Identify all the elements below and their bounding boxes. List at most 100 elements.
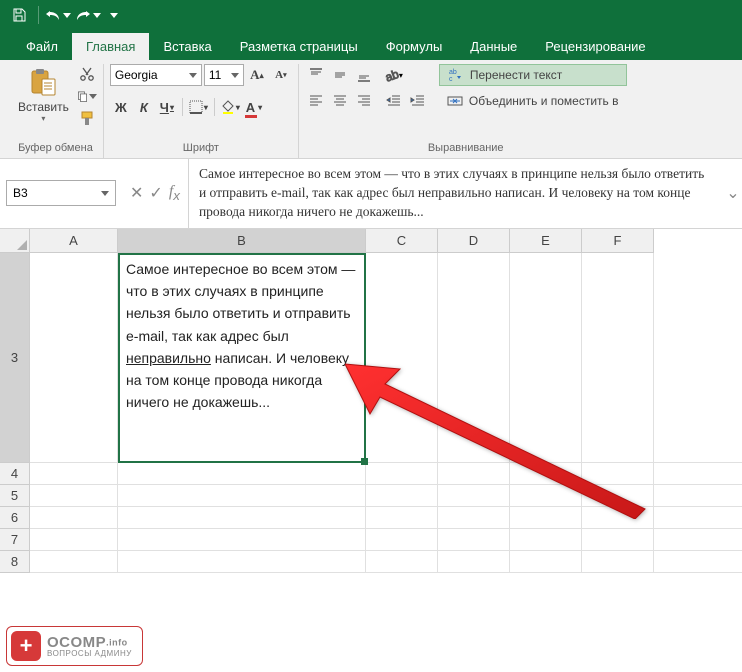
cell[interactable] [654, 485, 742, 507]
format-painter-button[interactable] [77, 108, 97, 128]
tab-review[interactable]: Рецензирование [531, 33, 659, 60]
name-box[interactable]: B3 [6, 180, 116, 206]
cell[interactable] [118, 507, 366, 529]
cell[interactable] [510, 551, 582, 573]
cell[interactable] [654, 253, 742, 463]
cell[interactable] [582, 551, 654, 573]
font-color-button[interactable]: A▾ [243, 96, 265, 118]
row-header-3[interactable]: 3 [0, 253, 30, 463]
cell[interactable] [30, 507, 118, 529]
col-header-A[interactable]: A [30, 229, 118, 253]
row-header-8[interactable]: 8 [0, 551, 30, 573]
align-bottom-button[interactable] [353, 64, 375, 86]
caret-down-icon [89, 94, 97, 99]
cell[interactable] [582, 463, 654, 485]
cell[interactable] [118, 551, 366, 573]
cell[interactable] [366, 507, 438, 529]
cell[interactable] [438, 253, 510, 463]
col-header-C[interactable]: C [366, 229, 438, 253]
cell[interactable] [582, 529, 654, 551]
italic-button[interactable]: К [133, 96, 155, 118]
cell[interactable] [30, 463, 118, 485]
cell[interactable] [118, 463, 366, 485]
cell[interactable] [654, 551, 742, 573]
cell[interactable] [582, 507, 654, 529]
font-selector[interactable]: Georgia [110, 64, 202, 86]
cell[interactable] [30, 253, 118, 463]
decrease-font-button[interactable]: A▾ [270, 64, 292, 86]
wrap-text-button[interactable]: abc Перенести текст [439, 64, 627, 86]
cell[interactable] [438, 485, 510, 507]
cell[interactable] [438, 551, 510, 573]
decrease-indent-button[interactable] [383, 90, 405, 112]
cell[interactable] [510, 463, 582, 485]
cell[interactable] [30, 551, 118, 573]
cut-button[interactable] [77, 64, 97, 84]
tab-home[interactable]: Главная [72, 33, 149, 60]
save-button[interactable] [6, 2, 32, 28]
copy-button[interactable] [77, 86, 97, 106]
align-middle-button[interactable] [329, 64, 351, 86]
fill-color-button[interactable]: ▾ [219, 96, 242, 118]
align-left-button[interactable] [305, 90, 327, 112]
col-header-F[interactable]: F [582, 229, 654, 253]
col-header-E[interactable]: E [510, 229, 582, 253]
customize-qat-button[interactable] [105, 2, 123, 28]
cell[interactable] [366, 463, 438, 485]
cell[interactable] [510, 507, 582, 529]
cell[interactable] [30, 529, 118, 551]
cell[interactable] [30, 485, 118, 507]
align-center-button[interactable] [329, 90, 351, 112]
align-right-button[interactable] [353, 90, 375, 112]
cell[interactable] [582, 485, 654, 507]
align-top-button[interactable] [305, 64, 327, 86]
cell[interactable] [654, 507, 742, 529]
underline-button[interactable]: Ч▾ [156, 96, 178, 118]
tab-data[interactable]: Данные [456, 33, 531, 60]
tab-page-layout[interactable]: Разметка страницы [226, 33, 372, 60]
tab-file[interactable]: Файл [12, 33, 72, 60]
cancel-formula-button[interactable]: ✕ [130, 183, 143, 203]
row-header-4[interactable]: 4 [0, 463, 30, 485]
col-header-B[interactable]: B [118, 229, 366, 253]
cell[interactable] [654, 463, 742, 485]
select-all-button[interactable] [0, 229, 30, 253]
cell[interactable] [366, 253, 438, 463]
tab-insert[interactable]: Вставка [149, 33, 225, 60]
cell[interactable] [366, 551, 438, 573]
redo-button[interactable] [75, 2, 101, 28]
cell[interactable] [510, 485, 582, 507]
cell[interactable] [438, 463, 510, 485]
accept-formula-button[interactable]: ✓ [149, 183, 162, 203]
ribbon-group-font: Georgia 11 A▴ A▾ Ж К Ч▾ ▾ ▾ A▾ Шрифт [104, 64, 299, 158]
borders-button[interactable]: ▾ [187, 96, 210, 118]
cell[interactable] [118, 485, 366, 507]
row-header-7[interactable]: 7 [0, 529, 30, 551]
row-header-6[interactable]: 6 [0, 507, 30, 529]
cell[interactable] [582, 253, 654, 463]
bold-button[interactable]: Ж [110, 96, 132, 118]
undo-button[interactable] [45, 2, 71, 28]
font-size-selector[interactable]: 11 [204, 64, 244, 86]
formula-bar[interactable]: Самое интересное во всем этом — что в эт… [188, 159, 724, 228]
cell[interactable] [654, 529, 742, 551]
cell[interactable] [366, 485, 438, 507]
increase-indent-button[interactable] [407, 90, 429, 112]
row-header-5[interactable]: 5 [0, 485, 30, 507]
cell[interactable] [510, 253, 582, 463]
fx-button[interactable]: fx [169, 183, 180, 203]
cell[interactable] [510, 529, 582, 551]
active-cell-B3[interactable]: Самое интересное во всем этом — что в эт… [118, 253, 366, 463]
merge-center-button[interactable]: Объединить и поместить в [439, 90, 627, 112]
paste-button[interactable]: Вставить ▾ [14, 64, 73, 125]
tab-formulas[interactable]: Формулы [372, 33, 457, 60]
fill-handle[interactable] [361, 458, 368, 465]
orientation-button[interactable]: ab▾ [383, 64, 403, 86]
cell[interactable] [118, 529, 366, 551]
cell[interactable] [438, 507, 510, 529]
cell[interactable] [366, 529, 438, 551]
increase-font-button[interactable]: A▴ [246, 64, 268, 86]
formula-bar-expand[interactable]: ⌄ [724, 183, 742, 203]
cell[interactable] [438, 529, 510, 551]
col-header-D[interactable]: D [438, 229, 510, 253]
